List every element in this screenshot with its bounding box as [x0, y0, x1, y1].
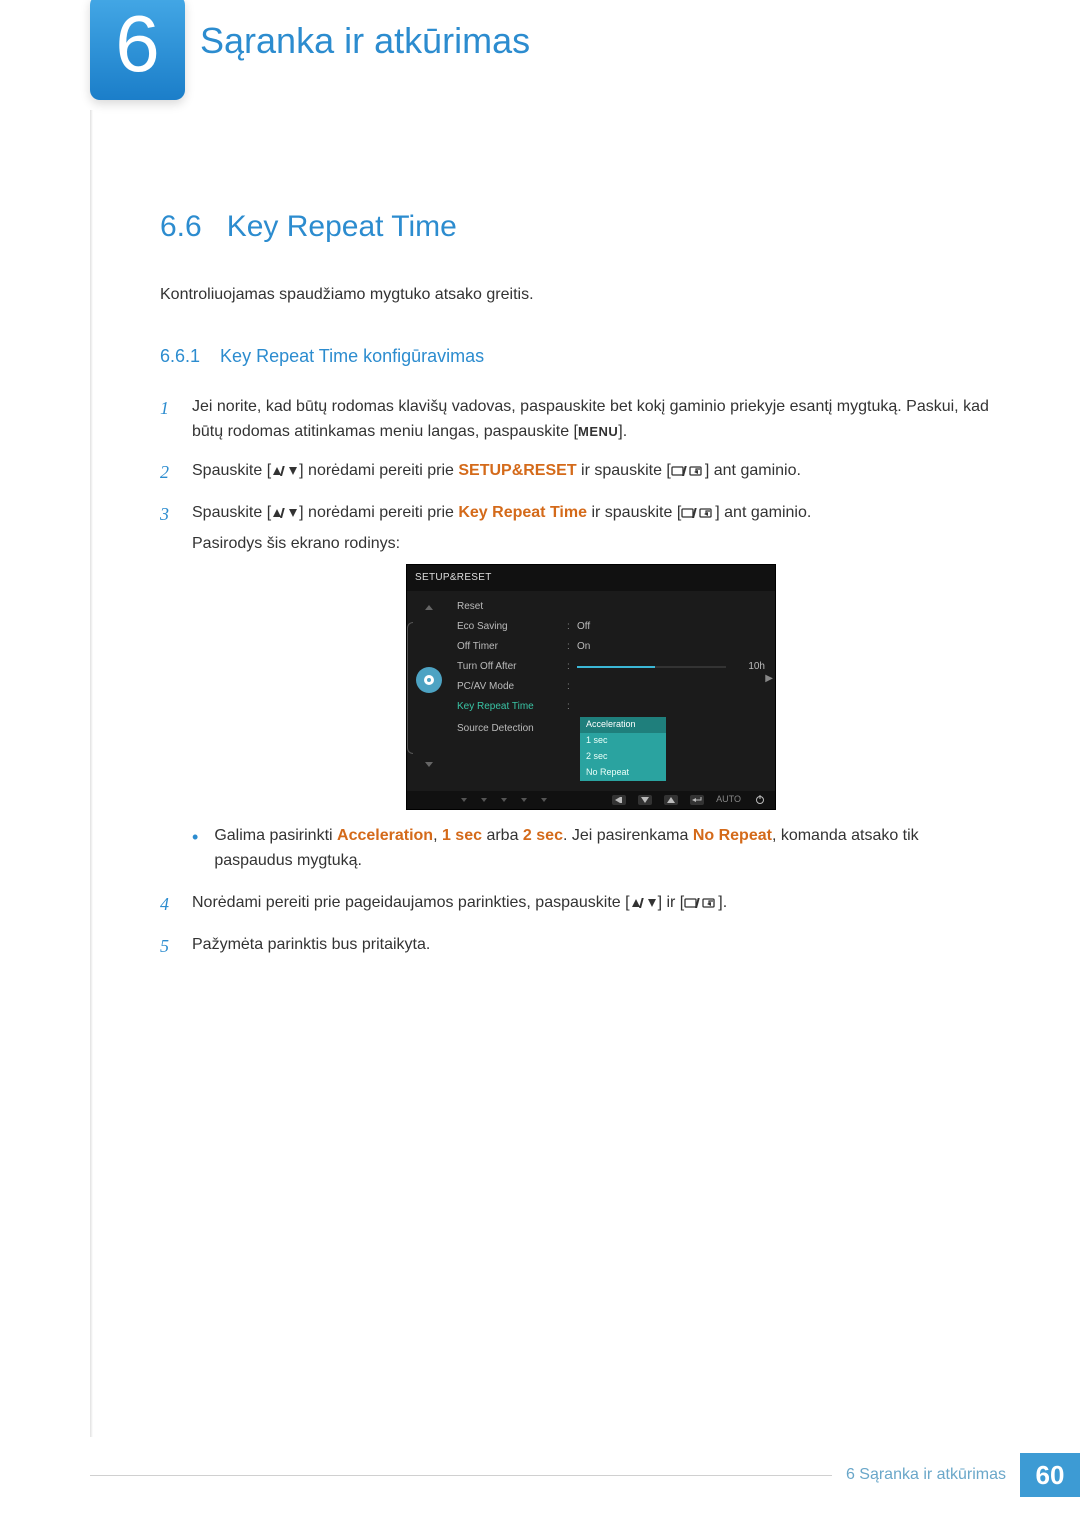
osd-scroll-down-icon — [425, 762, 433, 767]
gear-icon — [416, 667, 442, 693]
osd-screenshot: SETUP&RESET Reset Eco Sa — [192, 564, 990, 809]
osd-item-key-repeat-time: Key Repeat Time — [457, 699, 567, 715]
osd-item-pc-av-mode: PC/AV Mode — [457, 679, 567, 695]
osd-value-timer: On — [577, 639, 590, 655]
source-enter-icon — [671, 461, 705, 486]
keyword-key-repeat-time: Key Repeat Time — [458, 504, 587, 521]
osd-item-eco-saving: Eco Saving — [457, 619, 567, 635]
osd-power-icon — [753, 795, 767, 805]
step-number: 2 — [160, 459, 174, 487]
osd-bottom-bar: AUTO — [407, 791, 775, 809]
step-number: 3 — [160, 501, 174, 877]
up-down-icon — [271, 503, 299, 528]
subsection-number: 6.6.1 — [160, 346, 200, 367]
subsection-title: Key Repeat Time konfigūravimas — [220, 346, 484, 367]
step-text: Pažymėta parinktis bus pritaikyta. — [192, 936, 430, 953]
step-text: Pasirodys šis ekrano rodinys: — [192, 535, 400, 552]
chapter-title: Sąranka ir atkūrimas — [200, 20, 530, 62]
osd-item-off-timer: Off Timer — [457, 639, 567, 655]
step-text: ]. — [618, 423, 627, 440]
keyword-no-repeat: No Repeat — [693, 827, 772, 844]
bullet-text: Galima pasirinkti Acceleration, 1 sec ar… — [214, 824, 990, 874]
step-body: Jei norite, kad būtų rodomas klavišų vad… — [192, 395, 990, 445]
source-enter-icon — [684, 893, 718, 918]
osd-down-icon — [638, 795, 652, 805]
source-enter-icon — [681, 503, 715, 528]
section-intro-text: Kontroliuojamas spaudžiamo mygtuko atsak… — [160, 284, 990, 306]
osd-menu-list: Reset Eco Saving:Off Off Timer:On Turn O… — [451, 591, 775, 791]
section-title: Key Repeat Time — [227, 210, 457, 244]
footer-page-number: 60 — [1020, 1453, 1080, 1497]
osd-up-icon — [664, 795, 678, 805]
footer-chapter-text: 6 Sąranka ir atkūrimas — [832, 1466, 1020, 1484]
step-number: 5 — [160, 933, 174, 961]
step-text: ] ant gaminio. — [715, 504, 811, 521]
subsection-heading: 6.6.1 Key Repeat Time konfigūravimas — [160, 346, 990, 367]
bullet-text-part: . Jei pasirenkama — [563, 827, 693, 844]
section-number: 6.6 — [160, 210, 202, 244]
step-5: 5 Pažymėta parinktis bus pritaikyta. — [160, 933, 990, 961]
section-heading: 6.6 Key Repeat Time — [160, 210, 990, 244]
osd-enter-icon — [690, 795, 704, 805]
step-number: 1 — [160, 395, 174, 445]
chapter-banner: 6 Sąranka ir atkūrimas — [90, 0, 990, 130]
bullet-text-part: , — [433, 827, 442, 844]
osd-item-source-detection: Source Detection — [457, 721, 567, 737]
osd-slider-value: 10h — [748, 659, 765, 675]
step-body: Spauskite [ ] norėdami pereiti prie Key R… — [192, 501, 990, 877]
up-down-icon — [271, 461, 299, 486]
step-text: ] ant gaminio. — [705, 462, 801, 479]
step-4: 4 Norėdami pereiti prie pageidaujamos pa… — [160, 891, 990, 919]
up-down-icon — [630, 893, 658, 918]
bullet-dot-icon: • — [192, 824, 198, 874]
chapter-number-badge: 6 — [90, 0, 185, 100]
step-text: ] ir [ — [658, 894, 685, 911]
bullet-note: • Galima pasirinkti Acceleration, 1 sec … — [192, 824, 990, 874]
osd-item-reset: Reset — [457, 599, 567, 615]
step-text: ]. — [718, 894, 727, 911]
osd-scroll-up-icon — [425, 605, 433, 610]
step-body: Spauskite [ ] norėdami pereiti prie SETUP… — [192, 459, 990, 487]
step-1: 1 Jei norite, kad būtų rodomas klavišų v… — [160, 395, 990, 445]
page-footer: 6 Sąranka ir atkūrimas 60 — [90, 1453, 1080, 1497]
keyword-acceleration: Acceleration — [337, 827, 433, 844]
step-body: Norėdami pereiti prie pageidaujamos pari… — [192, 891, 990, 919]
step-2: 2 Spauskite [ ] norėdami pereiti prie SET… — [160, 459, 990, 487]
step-3: 3 Spauskite [ ] norėdami pereiti prie Key… — [160, 501, 990, 877]
step-text: ] norėdami pereiti prie — [299, 462, 458, 479]
footer-divider — [90, 1475, 832, 1476]
step-number: 4 — [160, 891, 174, 919]
steps-list: 1 Jei norite, kad būtų rodomas klavišų v… — [160, 395, 990, 961]
osd-right-arrow-icon: ▶ — [765, 671, 773, 687]
osd-back-icon — [612, 795, 626, 805]
menu-keyword: MENU — [578, 424, 618, 439]
step-body: Pažymėta parinktis bus pritaikyta. — [192, 933, 990, 961]
osd-title: SETUP&RESET — [407, 565, 775, 591]
osd-item-turn-off-after: Turn Off After — [457, 659, 567, 675]
step-text: ir spauskite [ — [587, 504, 681, 521]
osd-auto-label: AUTO — [716, 793, 741, 807]
step-text: ir spauskite [ — [577, 462, 671, 479]
keyword-1sec: 1 sec — [442, 827, 482, 844]
keyword-2sec: 2 sec — [523, 827, 563, 844]
step-text: Spauskite [ — [192, 504, 271, 521]
keyword-setup-reset: SETUP&RESET — [458, 462, 576, 479]
osd-slider — [577, 666, 726, 668]
osd-value-eco: Off — [577, 619, 590, 635]
decorative-side-shadow — [90, 110, 93, 1437]
step-text: Spauskite [ — [192, 462, 271, 479]
bullet-text-part: arba — [482, 827, 523, 844]
step-text: ] norėdami pereiti prie — [299, 504, 458, 521]
bullet-text-part: Galima pasirinkti — [214, 827, 337, 844]
step-text: Norėdami pereiti prie pageidaujamos pari… — [192, 894, 630, 911]
